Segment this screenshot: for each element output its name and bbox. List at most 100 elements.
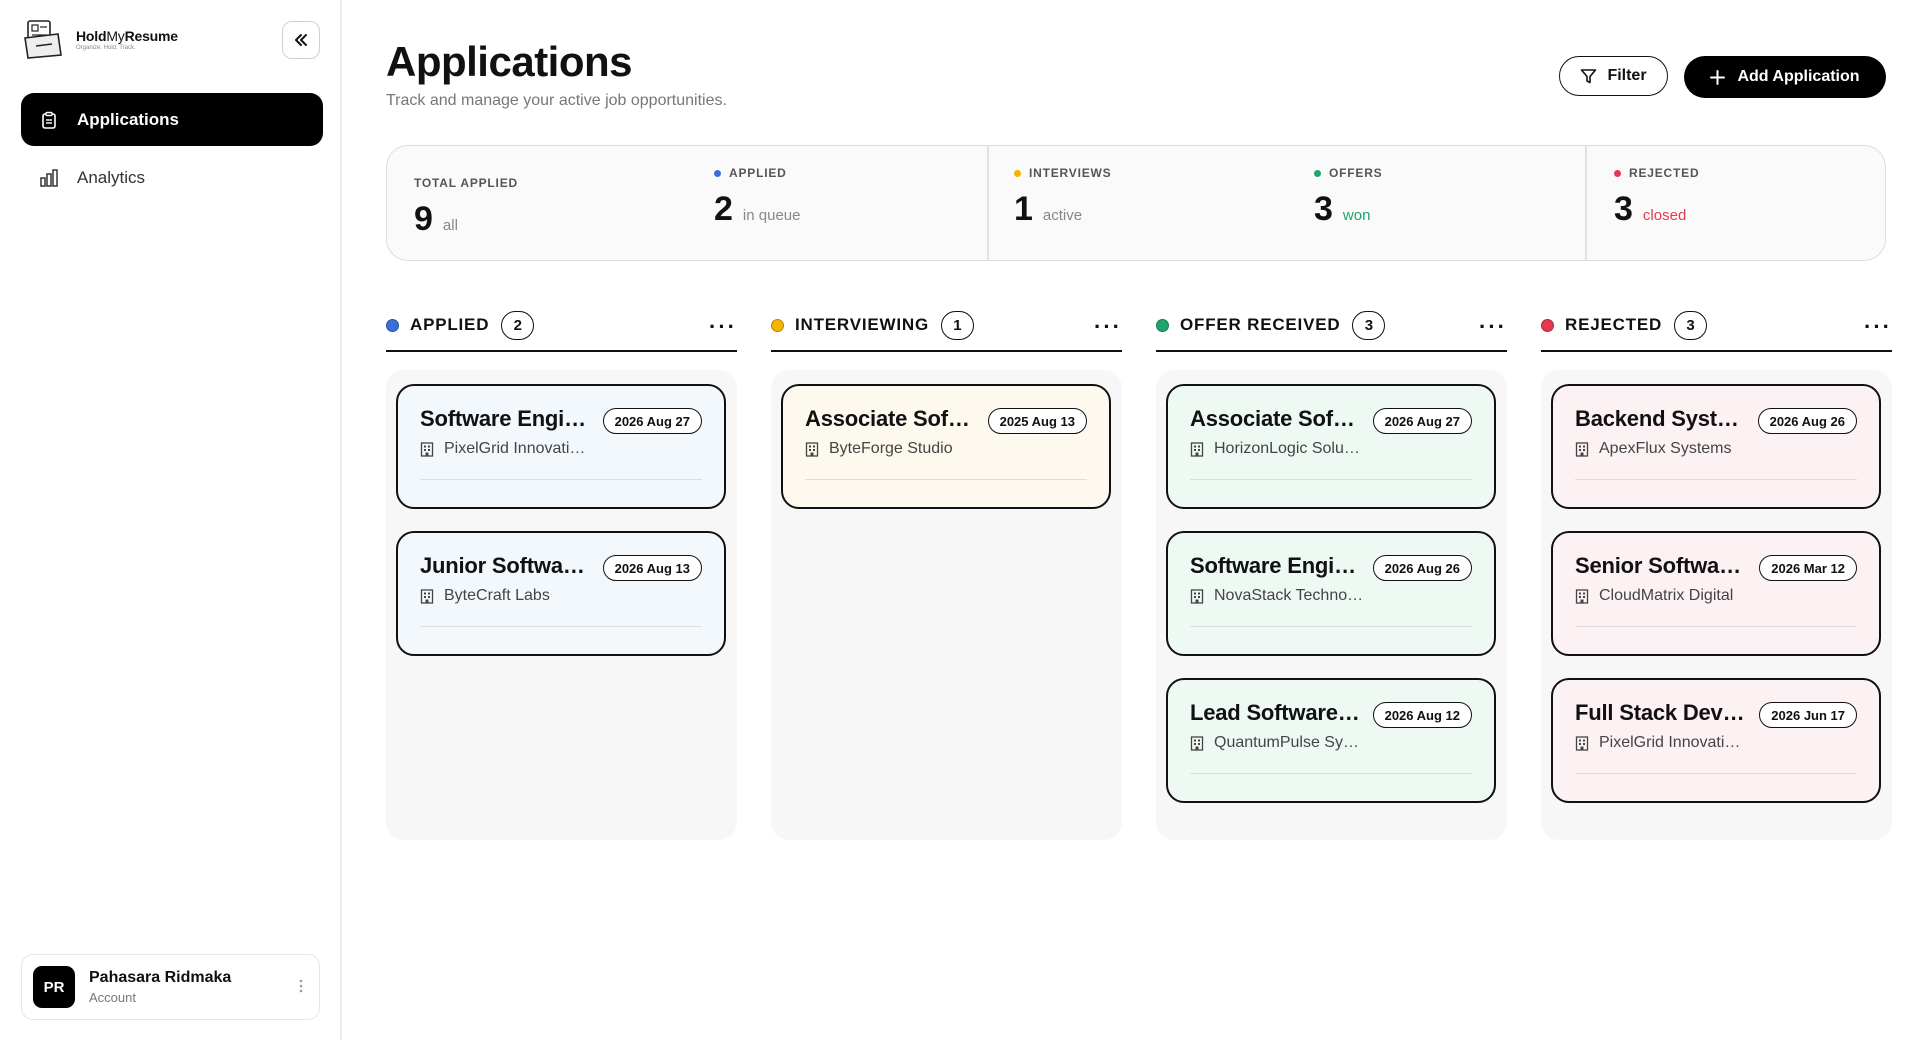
sidebar-item-analytics[interactable]: Analytics: [21, 151, 323, 204]
application-card[interactable]: Senior Software Engineer 2026 Mar 12 Clo…: [1551, 531, 1881, 656]
column-body: Backend Systems Engineer 2026 Aug 26 Ape…: [1541, 370, 1892, 840]
card-job-title: Junior Software Engineer: [420, 553, 590, 578]
column-title: INTERVIEWING: [795, 315, 929, 334]
kanban-column-interviewing: INTERVIEWING 1 ··· Associate Software En…: [771, 300, 1122, 840]
card-company-name: ByteCraft Labs: [444, 587, 550, 604]
stat-unit: won: [1342, 207, 1371, 224]
building-icon: [420, 588, 434, 604]
column-count-badge: 3: [1352, 310, 1386, 340]
kanban-column-rejected: REJECTED 3 ··· Backend Systems Engineer …: [1541, 300, 1892, 840]
card-company-name: ByteForge Studio: [829, 440, 953, 457]
stat-label: OFFERS: [1329, 166, 1383, 180]
stat-value: 3: [1314, 190, 1333, 228]
brand-name: HoldMyResume: [76, 27, 178, 44]
stat-divider: [1585, 146, 1587, 260]
sidebar-item-label: Applications: [77, 109, 180, 129]
card-company-name: PixelGrid Innovations: [444, 440, 594, 457]
status-dot: [1014, 169, 1021, 177]
card-company-name: CloudMatrix Digital: [1599, 587, 1734, 604]
page-subtitle: Track and manage your active job opportu…: [386, 92, 727, 109]
card-date-badge: 2026 Mar 12: [1759, 555, 1857, 581]
status-dot: [714, 169, 721, 177]
stat-value: 1: [1014, 190, 1033, 228]
resume-tray-logo-icon: [24, 20, 62, 59]
application-card[interactable]: Backend Systems Engineer 2026 Aug 26 Ape…: [1551, 384, 1881, 509]
more-horizontal-icon[interactable]: ···: [1094, 314, 1122, 340]
column-header: OFFER RECEIVED 3 ···: [1156, 300, 1507, 352]
column-count-badge: 3: [1674, 310, 1708, 340]
status-dot: [1314, 169, 1321, 177]
add-application-label: Add Application: [1737, 68, 1860, 85]
brand-tagline: Organize. Hold. Track.: [76, 44, 136, 51]
card-divider: [1190, 626, 1472, 627]
card-job-title: Associate Software Engineer: [1190, 406, 1360, 431]
chevrons-left-icon: [295, 34, 307, 46]
more-horizontal-icon[interactable]: ···: [1864, 314, 1892, 340]
stat-rejected: REJECTED 3 closed: [1614, 146, 1699, 260]
card-job-title: Associate Software Engineer: [805, 406, 975, 431]
card-date-badge: 2026 Aug 27: [1372, 408, 1472, 434]
plus-icon: [1710, 69, 1726, 85]
stat-interviews: INTERVIEWS 1 active: [1014, 146, 1111, 260]
stat-total-applied: TOTAL APPLIED 9 all: [414, 146, 518, 260]
card-job-title: Full Stack Developer: [1575, 700, 1745, 725]
filter-button[interactable]: Filter: [1559, 56, 1668, 96]
application-card[interactable]: Full Stack Developer 2026 Jun 17 PixelGr…: [1551, 678, 1881, 803]
sidebar-item-applications[interactable]: Applications: [21, 93, 323, 146]
column-body: Associate Software Engineer 2025 Aug 13 …: [771, 370, 1122, 840]
kanban-column-offer-received: OFFER RECEIVED 3 ··· Associate Software …: [1156, 300, 1507, 840]
bar-chart-icon: [39, 168, 59, 188]
kanban-column-applied: APPLIED 2 ··· Software Engineer 2026 Aug…: [386, 300, 737, 840]
more-horizontal-icon[interactable]: ···: [709, 314, 737, 340]
card-divider: [1190, 773, 1472, 774]
card-date-badge: 2026 Aug 26: [1757, 408, 1857, 434]
card-job-title: Senior Software Engineer: [1575, 553, 1745, 578]
card-divider: [420, 626, 702, 627]
column-count-badge: 1: [940, 310, 974, 340]
building-icon: [1190, 735, 1204, 751]
building-icon: [1190, 441, 1204, 457]
building-icon: [1575, 588, 1589, 604]
filter-label: Filter: [1607, 67, 1647, 84]
more-vertical-icon[interactable]: [299, 979, 303, 993]
application-card[interactable]: Lead Software Engineer 2026 Aug 12 Quant…: [1166, 678, 1496, 803]
card-date-badge: 2026 Aug 12: [1372, 702, 1472, 728]
card-date-badge: 2025 Aug 13: [987, 408, 1087, 434]
brand[interactable]: HoldMyResume Organize. Hold. Track.: [22, 18, 178, 60]
card-job-title: Backend Systems Engineer: [1575, 406, 1745, 431]
card-job-title: Lead Software Engineer: [1190, 700, 1360, 725]
card-job-title: Software Engineer: [420, 406, 590, 431]
card-date-badge: 2026 Aug 27: [602, 408, 702, 434]
account-subtitle: Account: [89, 990, 136, 1005]
stat-label: TOTAL APPLIED: [414, 176, 518, 190]
filter-icon: [1581, 68, 1597, 83]
status-dot: [1614, 169, 1621, 177]
add-application-button[interactable]: Add Application: [1684, 56, 1886, 98]
collapse-sidebar-button[interactable]: [282, 21, 320, 59]
sidebar: HoldMyResume Organize. Hold. Track. Appl…: [0, 0, 342, 1040]
card-divider: [1575, 773, 1857, 774]
column-header: INTERVIEWING 1 ···: [771, 300, 1122, 352]
more-horizontal-icon[interactable]: ···: [1479, 314, 1507, 340]
column-body: Software Engineer 2026 Aug 27 PixelGrid …: [386, 370, 737, 840]
avatar: PR: [33, 966, 75, 1008]
column-count-badge: 2: [501, 310, 535, 340]
application-card[interactable]: Associate Software Engineer 2025 Aug 13 …: [781, 384, 1111, 509]
stat-label: INTERVIEWS: [1029, 166, 1112, 180]
page-title: Applications: [386, 38, 633, 85]
card-divider: [1190, 479, 1472, 480]
stat-unit: closed: [1642, 207, 1687, 224]
application-card[interactable]: Software Engineer 2026 Aug 26 NovaStack …: [1166, 531, 1496, 656]
application-card[interactable]: Associate Software Engineer 2026 Aug 27 …: [1166, 384, 1496, 509]
column-title: OFFER RECEIVED: [1180, 315, 1341, 334]
clipboard-icon: [39, 110, 59, 130]
card-divider: [420, 479, 702, 480]
stats-panel: TOTAL APPLIED 9 all APPLIED 2 in queue I…: [386, 145, 1886, 261]
application-card[interactable]: Junior Software Engineer 2026 Aug 13 Byt…: [396, 531, 726, 656]
stat-value: 2: [714, 190, 733, 228]
stat-value: 3: [1614, 190, 1633, 228]
stat-label: REJECTED: [1629, 166, 1700, 180]
application-card[interactable]: Software Engineer 2026 Aug 27 PixelGrid …: [396, 384, 726, 509]
stat-divider: [987, 146, 989, 260]
account-card[interactable]: PR Pahasara Ridmaka Account: [21, 954, 320, 1020]
